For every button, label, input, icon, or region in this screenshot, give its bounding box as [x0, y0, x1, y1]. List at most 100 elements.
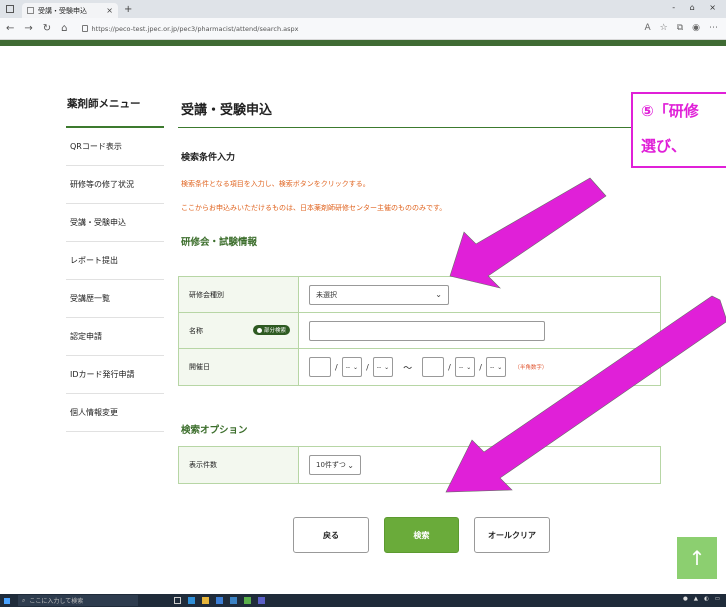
sidebar-item-id-card[interactable]: IDカード発行申請 — [66, 356, 164, 394]
sidebar-item-personal-info[interactable]: 個人情報変更 — [66, 394, 164, 432]
name-input[interactable] — [309, 320, 545, 341]
sidebar-menu: 薬剤師メニュー QRコード表示 研修等の修了状況 受講・受験申込 レポート提出 … — [66, 90, 164, 432]
chevron-down-icon: ⌄ — [497, 363, 503, 371]
date-from-year-input[interactable] — [309, 357, 331, 377]
scope-note: ここからお申込みいただけるものは、日本薬剤師研修センター主催のもののみです。 — [181, 204, 447, 212]
sidebar-item-qr-code[interactable]: QRコード表示 — [66, 128, 164, 166]
search-options-form: 表示件数 10件ずつ ⌄ — [178, 446, 661, 484]
date-from-month-select[interactable]: -- ⌄ — [341, 357, 363, 377]
teams-icon[interactable] — [258, 597, 265, 604]
type-select-value: 未選択 — [316, 290, 337, 299]
clear-all-button[interactable]: オールクリア — [474, 517, 550, 553]
type-label: 研修会種別 — [179, 277, 299, 312]
browser-tab[interactable]: 受講・受験申込 × — [22, 3, 118, 18]
tab-close-icon[interactable]: × — [106, 6, 113, 15]
window-menu-icon[interactable] — [6, 5, 14, 13]
notification-icon[interactable]: ▭ — [715, 596, 720, 602]
forward-icon[interactable]: → — [24, 23, 32, 34]
annotation-callout: ⑤「研修 選び、 — [631, 92, 726, 168]
url-field[interactable]: https://peco-test.jpec.or.jp/pec3/pharma… — [81, 24, 299, 33]
favorite-icon[interactable]: ☆ — [660, 23, 668, 33]
browser-tab-bar: 受講・受験申込 × + - ⌂ × — [0, 0, 726, 18]
month-placeholder: -- — [345, 363, 351, 371]
section-search-options-title: 検索オプション — [181, 425, 248, 436]
sidebar-item-certification[interactable]: 認定申請 — [66, 318, 164, 356]
annotation-line-2: 選び、 — [641, 137, 687, 155]
date-to-day-select[interactable]: -- ⌄ — [485, 357, 507, 377]
day-placeholder: -- — [376, 363, 382, 371]
explorer-icon[interactable] — [202, 597, 209, 604]
display-count-select[interactable]: 10件ずつ ⌄ — [309, 455, 361, 475]
day-placeholder: -- — [489, 363, 495, 371]
weather-icon[interactable]: ● — [683, 596, 688, 602]
search-icon: ⌕ — [22, 596, 26, 604]
page-title: 受講・受験申込 — [178, 90, 648, 128]
instruction-note: 検索条件となる項目を入力し、検索ボタンをクリックする。 — [181, 180, 370, 188]
page-top-button[interactable]: ↑ — [677, 537, 717, 579]
type-select[interactable]: 未選択 ⌄ — [309, 284, 449, 305]
page-icon — [27, 7, 34, 14]
date-label: 開催日 — [179, 349, 299, 385]
sidebar-item-report-submit[interactable]: レポート提出 — [66, 242, 164, 280]
site-header-bar — [0, 40, 726, 46]
partial-match-label: 部分検索 — [263, 328, 286, 334]
start-icon[interactable] — [4, 597, 10, 604]
annotation-line-1: ⑤「研修 — [641, 102, 699, 120]
search-button[interactable]: 検索 — [384, 517, 459, 553]
form-row-type: 研修会種別 未選択 ⌄ — [179, 277, 660, 313]
info-icon — [256, 327, 262, 333]
date-from-day-select[interactable]: -- ⌄ — [372, 357, 394, 377]
display-count-label: 表示件数 — [179, 447, 299, 483]
collections-icon[interactable]: ⧉ — [677, 23, 683, 33]
date-separator: / — [366, 362, 369, 372]
store-icon[interactable] — [216, 597, 223, 604]
month-placeholder: -- — [458, 363, 464, 371]
profile-icon[interactable]: ◉ — [692, 23, 700, 33]
taskbar-search[interactable]: ⌕ ここに入力して検索 — [18, 595, 138, 606]
back-button[interactable]: 戻る — [293, 517, 369, 553]
date-separator: / — [335, 362, 338, 372]
chevron-down-icon: ⌄ — [435, 290, 442, 299]
network-icon[interactable]: ▲ — [694, 596, 698, 602]
home-icon[interactable]: ⌂ — [61, 23, 67, 34]
date-separator: / — [479, 362, 482, 372]
volume-icon[interactable]: ◐ — [704, 596, 709, 602]
halfwidth-note: （半角数字） — [514, 365, 548, 371]
section-seminar-info-title: 研修会・試験情報 — [181, 237, 258, 248]
chevron-down-icon: ⌄ — [347, 460, 354, 470]
read-aloud-icon[interactable]: A — [644, 23, 650, 33]
date-separator: / — [448, 362, 451, 372]
form-row-name: 名称 部分検索 — [179, 313, 660, 349]
date-to-month-select[interactable]: -- ⌄ — [454, 357, 476, 377]
sidebar-title: 薬剤師メニュー — [66, 90, 164, 128]
system-tray: ● ▲ ◐ ▭ — [683, 596, 720, 602]
address-bar: ← → ↻ ⌂ https://peco-test.jpec.or.jp/pec… — [0, 18, 726, 40]
taskbar-search-placeholder: ここに入力して検索 — [29, 598, 84, 605]
tab-title: 受講・受験申込 — [38, 6, 87, 15]
refresh-icon[interactable]: ↻ — [43, 23, 51, 34]
url-text: https://peco-test.jpec.or.jp/pec3/pharma… — [91, 24, 299, 33]
more-icon[interactable]: ⋯ — [709, 23, 718, 33]
partial-match-badge: 部分検索 — [252, 325, 290, 335]
mail-icon[interactable] — [230, 597, 237, 604]
chevron-down-icon: ⌄ — [466, 363, 472, 371]
seminar-info-form: 研修会種別 未選択 ⌄ 名称 部分検索 開催日 / -- ⌄ / -- ⌄ 〜 … — [178, 276, 661, 386]
chevron-down-icon: ⌄ — [384, 363, 390, 371]
name-label-cell: 名称 部分検索 — [179, 313, 299, 348]
chevron-down-icon: ⌄ — [353, 363, 359, 371]
app-icon[interactable] — [244, 597, 251, 604]
window-controls[interactable]: - ⌂ × — [672, 3, 722, 12]
new-tab-button[interactable]: + — [124, 4, 132, 15]
task-view-icon[interactable] — [174, 597, 181, 604]
back-icon[interactable]: ← — [6, 23, 14, 34]
sidebar-item-attend-history[interactable]: 受講歴一覧 — [66, 280, 164, 318]
windows-taskbar: ⌕ ここに入力して検索 ● ▲ ◐ ▭ — [0, 594, 726, 607]
form-row-date: 開催日 / -- ⌄ / -- ⌄ 〜 / -- ⌄ / -- ⌄ （半角数字） — [179, 349, 660, 385]
sidebar-item-completion-status[interactable]: 研修等の修了状況 — [66, 166, 164, 204]
display-count-value: 10件ずつ — [316, 461, 346, 469]
sidebar-item-attend-apply[interactable]: 受講・受験申込 — [66, 204, 164, 242]
range-separator: 〜 — [403, 363, 413, 374]
date-to-year-input[interactable] — [422, 357, 445, 377]
lock-icon — [81, 25, 88, 32]
edge-icon[interactable] — [188, 597, 195, 604]
